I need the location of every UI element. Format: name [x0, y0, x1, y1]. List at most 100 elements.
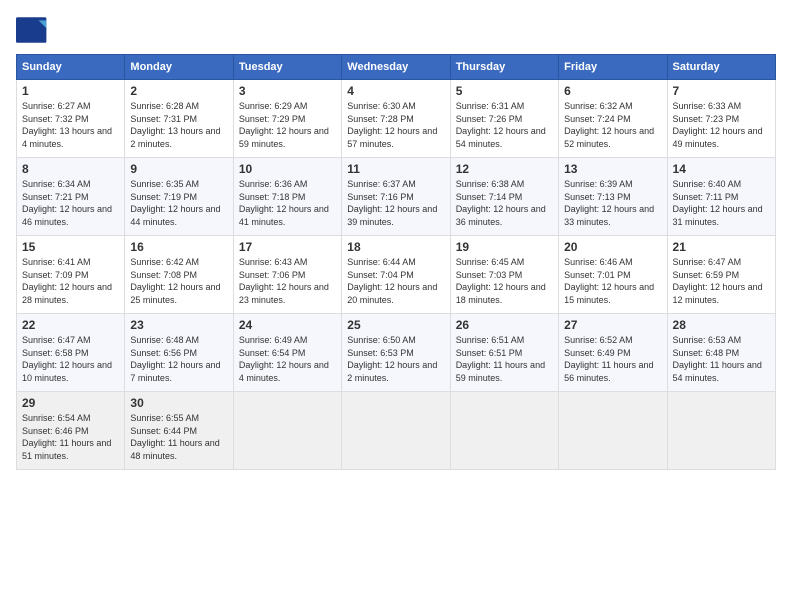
day-info: Sunrise: 6:31 AM Sunset: 7:26 PM Dayligh… [456, 100, 553, 150]
day-number: 24 [239, 318, 336, 332]
day-info: Sunrise: 6:33 AM Sunset: 7:23 PM Dayligh… [673, 100, 770, 150]
day-info: Sunrise: 6:47 AM Sunset: 6:58 PM Dayligh… [22, 334, 119, 384]
day-number: 20 [564, 240, 661, 254]
calendar-cell: 12 Sunrise: 6:38 AM Sunset: 7:14 PM Dayl… [450, 158, 558, 236]
calendar-cell: 1 Sunrise: 6:27 AM Sunset: 7:32 PM Dayli… [17, 80, 125, 158]
calendar-cell: 13 Sunrise: 6:39 AM Sunset: 7:13 PM Dayl… [559, 158, 667, 236]
day-number: 19 [456, 240, 553, 254]
day-info: Sunrise: 6:45 AM Sunset: 7:03 PM Dayligh… [456, 256, 553, 306]
page-header [16, 16, 776, 44]
calendar-cell: 29 Sunrise: 6:54 AM Sunset: 6:46 PM Dayl… [17, 392, 125, 470]
calendar-cell [667, 392, 775, 470]
day-info: Sunrise: 6:48 AM Sunset: 6:56 PM Dayligh… [130, 334, 227, 384]
day-info: Sunrise: 6:38 AM Sunset: 7:14 PM Dayligh… [456, 178, 553, 228]
calendar-cell: 21 Sunrise: 6:47 AM Sunset: 6:59 PM Dayl… [667, 236, 775, 314]
day-number: 16 [130, 240, 227, 254]
day-info: Sunrise: 6:44 AM Sunset: 7:04 PM Dayligh… [347, 256, 444, 306]
day-number: 8 [22, 162, 119, 176]
day-info: Sunrise: 6:39 AM Sunset: 7:13 PM Dayligh… [564, 178, 661, 228]
day-number: 15 [22, 240, 119, 254]
day-info: Sunrise: 6:37 AM Sunset: 7:16 PM Dayligh… [347, 178, 444, 228]
day-number: 18 [347, 240, 444, 254]
day-number: 3 [239, 84, 336, 98]
calendar-cell: 4 Sunrise: 6:30 AM Sunset: 7:28 PM Dayli… [342, 80, 450, 158]
day-info: Sunrise: 6:29 AM Sunset: 7:29 PM Dayligh… [239, 100, 336, 150]
day-number: 22 [22, 318, 119, 332]
day-info: Sunrise: 6:50 AM Sunset: 6:53 PM Dayligh… [347, 334, 444, 384]
day-info: Sunrise: 6:42 AM Sunset: 7:08 PM Dayligh… [130, 256, 227, 306]
calendar-cell: 17 Sunrise: 6:43 AM Sunset: 7:06 PM Dayl… [233, 236, 341, 314]
calendar-cell: 3 Sunrise: 6:29 AM Sunset: 7:29 PM Dayli… [233, 80, 341, 158]
day-number: 2 [130, 84, 227, 98]
calendar-cell: 28 Sunrise: 6:53 AM Sunset: 6:48 PM Dayl… [667, 314, 775, 392]
day-info: Sunrise: 6:30 AM Sunset: 7:28 PM Dayligh… [347, 100, 444, 150]
day-info: Sunrise: 6:32 AM Sunset: 7:24 PM Dayligh… [564, 100, 661, 150]
day-number: 1 [22, 84, 119, 98]
day-number: 23 [130, 318, 227, 332]
day-info: Sunrise: 6:36 AM Sunset: 7:18 PM Dayligh… [239, 178, 336, 228]
day-info: Sunrise: 6:52 AM Sunset: 6:49 PM Dayligh… [564, 334, 661, 384]
day-number: 17 [239, 240, 336, 254]
calendar-cell: 11 Sunrise: 6:37 AM Sunset: 7:16 PM Dayl… [342, 158, 450, 236]
day-number: 14 [673, 162, 770, 176]
calendar-cell: 7 Sunrise: 6:33 AM Sunset: 7:23 PM Dayli… [667, 80, 775, 158]
day-number: 25 [347, 318, 444, 332]
weekday-header: Saturday [667, 55, 775, 80]
day-number: 6 [564, 84, 661, 98]
logo [16, 16, 52, 44]
day-info: Sunrise: 6:28 AM Sunset: 7:31 PM Dayligh… [130, 100, 227, 150]
calendar-cell: 18 Sunrise: 6:44 AM Sunset: 7:04 PM Dayl… [342, 236, 450, 314]
day-number: 13 [564, 162, 661, 176]
calendar-cell: 14 Sunrise: 6:40 AM Sunset: 7:11 PM Dayl… [667, 158, 775, 236]
calendar-cell: 6 Sunrise: 6:32 AM Sunset: 7:24 PM Dayli… [559, 80, 667, 158]
day-info: Sunrise: 6:35 AM Sunset: 7:19 PM Dayligh… [130, 178, 227, 228]
weekday-header: Thursday [450, 55, 558, 80]
calendar-cell: 23 Sunrise: 6:48 AM Sunset: 6:56 PM Dayl… [125, 314, 233, 392]
calendar-cell: 22 Sunrise: 6:47 AM Sunset: 6:58 PM Dayl… [17, 314, 125, 392]
day-number: 26 [456, 318, 553, 332]
day-info: Sunrise: 6:34 AM Sunset: 7:21 PM Dayligh… [22, 178, 119, 228]
day-number: 9 [130, 162, 227, 176]
day-info: Sunrise: 6:55 AM Sunset: 6:44 PM Dayligh… [130, 412, 227, 462]
calendar-cell [450, 392, 558, 470]
calendar-cell: 9 Sunrise: 6:35 AM Sunset: 7:19 PM Dayli… [125, 158, 233, 236]
calendar-cell: 20 Sunrise: 6:46 AM Sunset: 7:01 PM Dayl… [559, 236, 667, 314]
calendar-cell [233, 392, 341, 470]
day-number: 28 [673, 318, 770, 332]
weekday-header: Monday [125, 55, 233, 80]
calendar-cell: 2 Sunrise: 6:28 AM Sunset: 7:31 PM Dayli… [125, 80, 233, 158]
logo-icon [16, 16, 48, 44]
day-number: 11 [347, 162, 444, 176]
day-number: 4 [347, 84, 444, 98]
calendar-cell [559, 392, 667, 470]
day-info: Sunrise: 6:41 AM Sunset: 7:09 PM Dayligh… [22, 256, 119, 306]
calendar-cell: 19 Sunrise: 6:45 AM Sunset: 7:03 PM Dayl… [450, 236, 558, 314]
day-info: Sunrise: 6:49 AM Sunset: 6:54 PM Dayligh… [239, 334, 336, 384]
weekday-header: Sunday [17, 55, 125, 80]
calendar-cell: 24 Sunrise: 6:49 AM Sunset: 6:54 PM Dayl… [233, 314, 341, 392]
day-info: Sunrise: 6:40 AM Sunset: 7:11 PM Dayligh… [673, 178, 770, 228]
calendar-cell: 26 Sunrise: 6:51 AM Sunset: 6:51 PM Dayl… [450, 314, 558, 392]
day-info: Sunrise: 6:53 AM Sunset: 6:48 PM Dayligh… [673, 334, 770, 384]
day-number: 7 [673, 84, 770, 98]
day-number: 10 [239, 162, 336, 176]
calendar-cell: 25 Sunrise: 6:50 AM Sunset: 6:53 PM Dayl… [342, 314, 450, 392]
calendar-table: SundayMondayTuesdayWednesdayThursdayFrid… [16, 54, 776, 470]
day-info: Sunrise: 6:46 AM Sunset: 7:01 PM Dayligh… [564, 256, 661, 306]
day-info: Sunrise: 6:43 AM Sunset: 7:06 PM Dayligh… [239, 256, 336, 306]
weekday-header: Friday [559, 55, 667, 80]
weekday-header: Tuesday [233, 55, 341, 80]
day-info: Sunrise: 6:54 AM Sunset: 6:46 PM Dayligh… [22, 412, 119, 462]
calendar-cell: 27 Sunrise: 6:52 AM Sunset: 6:49 PM Dayl… [559, 314, 667, 392]
day-info: Sunrise: 6:47 AM Sunset: 6:59 PM Dayligh… [673, 256, 770, 306]
calendar-cell [342, 392, 450, 470]
day-number: 30 [130, 396, 227, 410]
day-number: 12 [456, 162, 553, 176]
calendar-cell: 30 Sunrise: 6:55 AM Sunset: 6:44 PM Dayl… [125, 392, 233, 470]
calendar-cell: 10 Sunrise: 6:36 AM Sunset: 7:18 PM Dayl… [233, 158, 341, 236]
day-number: 27 [564, 318, 661, 332]
day-info: Sunrise: 6:27 AM Sunset: 7:32 PM Dayligh… [22, 100, 119, 150]
calendar-cell: 5 Sunrise: 6:31 AM Sunset: 7:26 PM Dayli… [450, 80, 558, 158]
calendar-cell: 8 Sunrise: 6:34 AM Sunset: 7:21 PM Dayli… [17, 158, 125, 236]
day-number: 21 [673, 240, 770, 254]
